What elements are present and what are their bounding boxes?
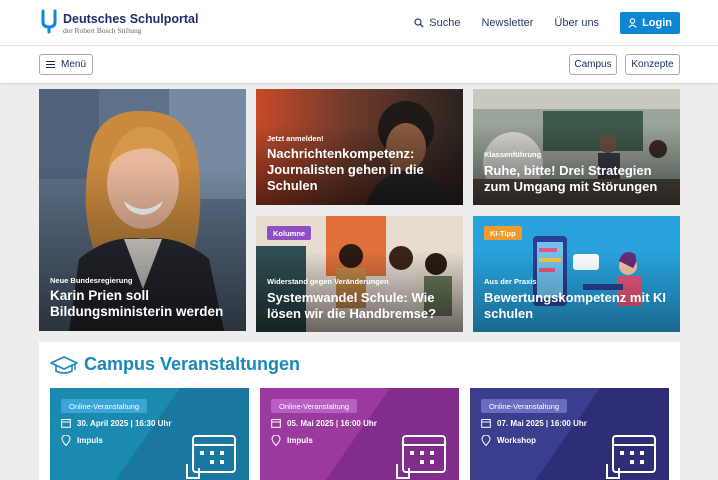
event-tag: Online-Veranstaltung [481, 399, 568, 413]
calendar-touch-icon [396, 435, 446, 479]
menu-label: Menü [60, 59, 86, 70]
event-type: Impuls [271, 435, 313, 446]
event-card[interactable]: Online-Veranstaltung 05. Mai 2025 | 16:0… [260, 388, 459, 480]
user-icon [628, 18, 637, 28]
calendar-touch-icon [606, 435, 656, 479]
login-label: Login [642, 17, 672, 29]
search-label: Suche [429, 17, 461, 29]
about-link[interactable]: Über uns [554, 17, 599, 29]
newsletter-link[interactable]: Newsletter [481, 17, 533, 29]
event-date: 05. Mai 2025 | 16:00 Uhr [271, 418, 377, 428]
campus-heading: Campus Veranstaltungen [50, 354, 300, 375]
login-button[interactable]: Login [620, 12, 680, 34]
tile-title: Ruhe, bitte! Drei Strategien zum Umgang … [484, 163, 658, 194]
hamburger-icon [45, 61, 55, 68]
sub-navigation: Menü Campus Konzepte [0, 46, 718, 84]
calendar-icon [61, 419, 71, 428]
search-link[interactable]: Suche [414, 17, 460, 29]
event-card[interactable]: Online-Veranstaltung 30. April 2025 | 16… [50, 388, 249, 480]
event-date: 30. April 2025 | 16:30 Uhr [61, 418, 171, 428]
calendar-icon [481, 419, 491, 428]
article-tile-prien[interactable]: Neue Bundesregierung Karin Prien soll Bi… [39, 89, 246, 331]
event-type: Workshop [481, 435, 536, 446]
logo-title: Deutsches Schulportal [63, 12, 199, 26]
portal-logo-icon [40, 8, 58, 34]
campus-button[interactable]: Campus [569, 54, 617, 75]
calendar-icon [271, 419, 281, 428]
location-pin-icon [481, 435, 491, 446]
location-pin-icon [271, 435, 281, 446]
event-date: 07. Mai 2025 | 16:00 Uhr [481, 418, 587, 428]
article-tile-ki-tipp[interactable]: KI-Tipp Aus der Praxis Bewertungskompete… [473, 216, 680, 332]
tile-kicker: Klassenführung [484, 150, 542, 159]
search-icon [414, 18, 424, 28]
event-tag: Online-Veranstaltung [271, 399, 358, 413]
tile-kicker: Aus der Praxis [484, 277, 537, 286]
tile-title: Bewertungskompetenz mit KI schulen [484, 290, 667, 321]
tile-kicker: Neue Bundesregierung [50, 276, 133, 285]
tile-kicker: Widerstand gegen Veränderungen [267, 277, 389, 286]
article-tile-ruhe[interactable]: Klassenführung Ruhe, bitte! Drei Strateg… [473, 89, 680, 205]
location-pin-icon [61, 435, 71, 446]
campus-events-section: Campus Veranstaltungen Online-Veranstalt… [39, 342, 680, 480]
tile-badge: Kolumne [267, 226, 312, 240]
event-type: Impuls [61, 435, 103, 446]
logo-subtitle: der Robert Bosch Stiftung [63, 26, 142, 35]
event-tag: Online-Veranstaltung [61, 399, 148, 413]
calendar-touch-icon [186, 435, 236, 479]
tile-kicker: Jetzt anmelden! [267, 134, 324, 143]
site-header: Deutsches Schulportal der Robert Bosch S… [0, 0, 718, 46]
main-nav: Suche Newsletter Über uns Login [393, 0, 680, 46]
menu-button[interactable]: Menü [39, 54, 93, 75]
article-tile-nachrichten[interactable]: Jetzt anmelden! Nachrichtenkompetenz: Jo… [256, 89, 463, 205]
tile-title: Nachrichtenkompetenz: Journalisten gehen… [267, 146, 424, 193]
graduation-cap-icon [50, 355, 78, 374]
tile-badge: KI-Tipp [484, 226, 522, 240]
tile-title: Karin Prien soll Bildungsministerin werd… [50, 288, 224, 319]
campus-title: Campus Veranstaltungen [84, 354, 301, 374]
event-card[interactable]: Online-Veranstaltung 07. Mai 2025 | 16:0… [470, 388, 669, 480]
article-tile-systemwandel[interactable]: Kolumne Widerstand gegen Veränderungen S… [256, 216, 463, 332]
concepts-button[interactable]: Konzepte [625, 54, 680, 75]
site-logo[interactable]: Deutsches Schulportal der Robert Bosch S… [40, 8, 198, 36]
tile-title: Systemwandel Schule: Wie lösen wir die H… [267, 290, 437, 321]
